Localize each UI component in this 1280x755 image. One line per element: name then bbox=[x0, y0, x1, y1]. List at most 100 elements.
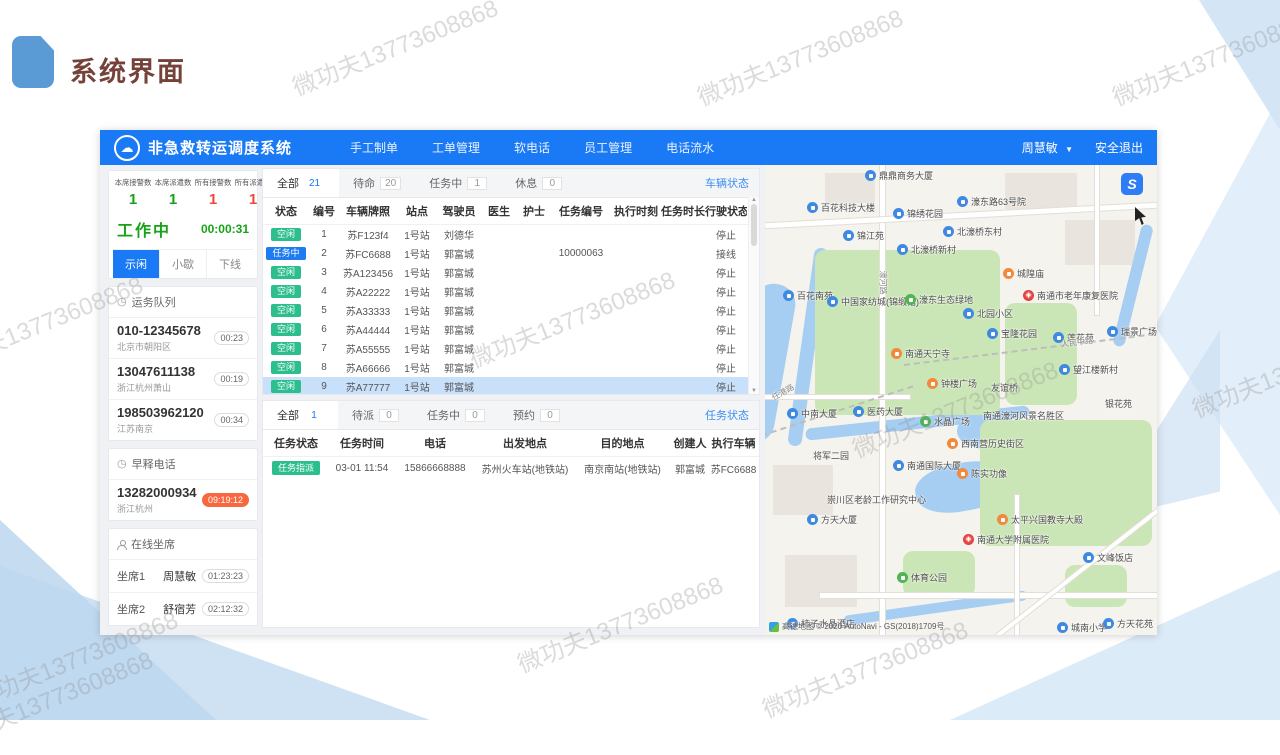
map-poi-icon bbox=[1003, 268, 1014, 279]
call-list-item[interactable]: 13282000934浙江杭州09:19:12 bbox=[109, 480, 257, 520]
call-info: 13282000934浙江杭州 bbox=[117, 485, 197, 515]
vehicle-row[interactable]: 空闲6苏A444441号站郭富城停止 bbox=[263, 320, 759, 339]
vehicle-cell: 苏F123f4 bbox=[339, 227, 397, 242]
cursor-icon bbox=[1135, 207, 1149, 225]
map-poi-icon bbox=[807, 202, 818, 213]
vehicle-tab-休息[interactable]: 休息0 bbox=[501, 169, 576, 197]
map-label-text: 瑞景广场 bbox=[1121, 325, 1157, 338]
vehicle-row[interactable]: 空闲7苏A555551号站郭富城停止 bbox=[263, 339, 759, 358]
status-badge: 任务中 bbox=[266, 247, 305, 261]
map-label-text: 南通国际大厦 bbox=[907, 459, 961, 472]
vehicle-cell: 停止 bbox=[705, 303, 747, 318]
agent-seat: 坐席2 bbox=[117, 601, 145, 617]
vehicle-tab-待命[interactable]: 待命20 bbox=[339, 169, 415, 197]
task-cell: 苏州火车站(地铁站) bbox=[475, 461, 575, 476]
app-logo-cloud-icon: ☁ bbox=[114, 135, 140, 161]
vehicle-cell: 停止 bbox=[705, 227, 747, 242]
map-label-南通大学附属医院: 南通大学附属医院 bbox=[963, 533, 1049, 546]
vehicle-cell: 停止 bbox=[705, 360, 747, 375]
scroll-up-icon[interactable]: ▲ bbox=[751, 197, 757, 203]
vehicle-row[interactable]: 空闲4苏A222221号站郭富城停止 bbox=[263, 282, 759, 301]
task-status-link[interactable]: 任务状态 bbox=[705, 407, 749, 423]
task-tab-全部[interactable]: 全部1 bbox=[263, 401, 338, 429]
column-header-站点: 站点 bbox=[397, 203, 437, 219]
agent-row: 坐席2舒宿芳02:12:32 bbox=[109, 593, 257, 625]
map-attribution: 高德地图 © 2020 AutoNavi - GS(2018)1709号 bbox=[769, 621, 944, 632]
map-poi-icon bbox=[927, 378, 938, 389]
scroll-thumb[interactable] bbox=[751, 204, 757, 246]
call-list-item[interactable]: 010-12345678北京市朝阳区00:23 bbox=[109, 318, 257, 359]
call-list-item[interactable]: 198503962120江苏南京00:34 bbox=[109, 400, 257, 440]
status-badge: 空闲 bbox=[271, 342, 301, 356]
agent-name: 周慧敏 bbox=[163, 568, 196, 584]
map-poi-icon bbox=[920, 416, 931, 427]
map-poi-icon bbox=[893, 460, 904, 471]
vehicle-row[interactable]: 空闲9苏A777771号站郭富城停止 bbox=[263, 377, 759, 395]
map-label-望江楼新村: 望江楼新村 bbox=[1059, 363, 1118, 376]
vehicle-tab-任务中[interactable]: 任务中1 bbox=[415, 169, 501, 197]
vehicle-row[interactable]: 空闲3苏A1234561号站郭富城停止 bbox=[263, 263, 759, 282]
person-icon bbox=[117, 540, 126, 549]
release-call-card: ◷ 早释电话 13282000934浙江杭州09:19:12 bbox=[108, 448, 258, 521]
map-label-text: 友谊桥 bbox=[991, 381, 1018, 394]
map-block bbox=[1065, 220, 1135, 265]
decor-triangle-right bbox=[1155, 95, 1280, 515]
call-timer-badge: 00:19 bbox=[214, 372, 249, 386]
vehicle-cell: 郭富城 bbox=[437, 303, 481, 318]
column-header-状态: 状态 bbox=[263, 203, 309, 219]
column-header-驾驶员: 驾驶员 bbox=[437, 203, 481, 219]
vehicle-cell: 10000063 bbox=[551, 248, 611, 259]
vehicle-row[interactable]: 空闲8苏A666661号站郭富城停止 bbox=[263, 358, 759, 377]
vehicle-cell: 2 bbox=[309, 248, 339, 259]
vehicle-cell: 苏A44444 bbox=[339, 322, 397, 337]
map-logo-button[interactable]: S bbox=[1121, 173, 1143, 195]
vehicle-tab-全部[interactable]: 全部21 bbox=[263, 169, 339, 197]
agent-name: 舒宿芳 bbox=[163, 601, 196, 617]
vehicle-row[interactable]: 任务中2苏FC66881号站郭富城10000063接线 bbox=[263, 244, 759, 263]
nav-item-2[interactable]: 工单管理 bbox=[432, 139, 480, 156]
vehicle-status-cell: 空闲 bbox=[263, 304, 309, 318]
map-label-友谊桥: 友谊桥 bbox=[991, 381, 1018, 394]
vehicle-row[interactable]: 空闲1苏F123f41号站刘德华停止 bbox=[263, 225, 759, 244]
logout-button[interactable]: 安全退出 bbox=[1095, 139, 1143, 156]
map-label-人民中路: 人民中路 bbox=[1060, 335, 1093, 350]
amap-icon bbox=[769, 622, 779, 632]
call-list-item[interactable]: 13047611138浙江杭州萧山 00:19 bbox=[109, 359, 257, 400]
map-poi-icon bbox=[1059, 364, 1070, 375]
map-panel[interactable]: 鼎鼎商务大厦百花科技大楼锦绣花园濠东路63号院北濠桥东村北濠桥新村锦江苑城隍庙百… bbox=[765, 165, 1157, 635]
map-label-text: 城南小学 bbox=[1071, 621, 1107, 634]
call-location: 北京市朝阳区 bbox=[117, 340, 201, 353]
scroll-down-icon[interactable]: ▼ bbox=[751, 388, 757, 394]
task-row[interactable]: 任务指派03-01 11:5415866668888苏州火车站(地铁站)南京南站… bbox=[263, 457, 759, 479]
nav-item-5[interactable]: 电话流水 bbox=[666, 139, 714, 156]
map-label-text: 南通市老年康复医院 bbox=[1037, 289, 1118, 302]
vehicle-cell: 4 bbox=[309, 286, 339, 297]
chevron-down-icon: ▼ bbox=[1065, 145, 1073, 154]
nav-item-3[interactable]: 软电话 bbox=[514, 139, 550, 156]
task-tab-预约[interactable]: 预约0 bbox=[499, 401, 574, 429]
user-menu[interactable]: 周慧敏 ▼ bbox=[1022, 139, 1073, 156]
vehicle-status-link[interactable]: 车辆状态 bbox=[705, 175, 749, 191]
vehicle-tabs: 全部21待命20任务中1休息0 车辆状态 bbox=[263, 169, 759, 198]
stat-header: 本席接警数 bbox=[115, 177, 152, 187]
nav-item-1[interactable]: 手工制单 bbox=[350, 139, 398, 156]
vehicle-row[interactable]: 空闲5苏A333331号站郭富城停止 bbox=[263, 301, 759, 320]
map-poi-icon bbox=[787, 408, 798, 419]
clock-icon: ◷ bbox=[117, 297, 127, 308]
user-name: 周慧敏 bbox=[1022, 141, 1058, 155]
vehicle-cell: 1号站 bbox=[397, 360, 437, 375]
vehicle-table-scrollbar[interactable]: ▲ ▼ bbox=[748, 197, 759, 394]
map-label-text: 望江楼新村 bbox=[1073, 363, 1118, 376]
task-tab-待派[interactable]: 待派0 bbox=[338, 401, 413, 429]
status-button-小歇[interactable]: 小歇 bbox=[160, 250, 207, 278]
nav-item-4[interactable]: 员工管理 bbox=[584, 139, 632, 156]
agent-seat: 坐席1 bbox=[117, 568, 145, 584]
status-button-下线[interactable]: 下线 bbox=[207, 250, 253, 278]
map-label-text: 百花科技大楼 bbox=[821, 201, 875, 214]
status-button-示闲[interactable]: 示闲 bbox=[113, 250, 160, 278]
tab-count: 0 bbox=[542, 177, 562, 190]
call-info: 13047611138浙江杭州萧山 bbox=[117, 364, 195, 394]
stat-value: 1 bbox=[113, 191, 153, 208]
task-tab-任务中[interactable]: 任务中0 bbox=[413, 401, 499, 429]
status-badge: 空闲 bbox=[271, 323, 301, 337]
